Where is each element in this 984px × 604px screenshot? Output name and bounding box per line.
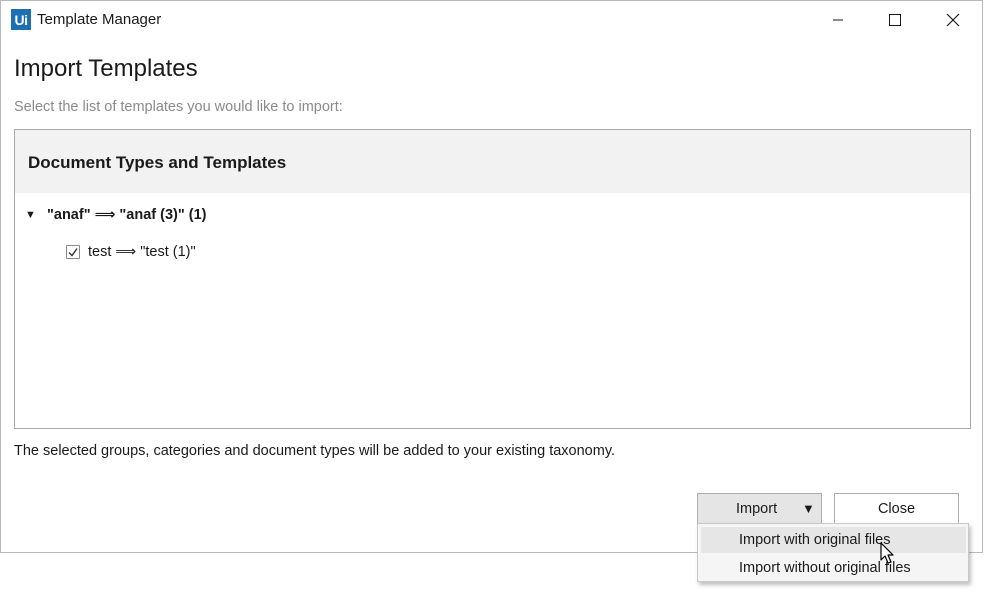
panel-header-title: Document Types and Templates	[28, 153, 287, 172]
page-subtitle: Select the list of templates you would l…	[14, 99, 343, 115]
template-manager-window: Ui Template Manager Import Templates Sel…	[0, 0, 983, 553]
tree-group-label: "anaf" ⟹ "anaf (3)" (1)	[47, 207, 207, 223]
close-button[interactable]: Close	[834, 493, 959, 524]
import-options-menu: Import with original files Import withou…	[697, 523, 969, 582]
menu-item-import-with-files[interactable]: Import with original files	[701, 527, 966, 553]
maximize-icon	[889, 14, 901, 26]
mouse-cursor-icon	[880, 542, 894, 564]
import-button-label: Import	[736, 501, 778, 517]
checkmark-icon	[68, 248, 78, 257]
tree-item-checkbox[interactable]	[66, 245, 80, 259]
caret-down-icon[interactable]: ▼	[25, 209, 41, 221]
minimize-icon	[833, 19, 843, 21]
minimize-button[interactable]	[815, 1, 861, 39]
import-button[interactable]: Import ▼	[697, 493, 822, 524]
app-logo-icon: Ui	[11, 9, 31, 30]
tree-item-test[interactable]: test ⟹ "test (1)"	[66, 242, 196, 262]
tree-item-label: test ⟹ "test (1)"	[88, 244, 196, 260]
close-icon	[946, 13, 960, 27]
tree-group-anaf[interactable]: ▼ "anaf" ⟹ "anaf (3)" (1)	[25, 205, 206, 225]
taxonomy-note: The selected groups, categories and docu…	[14, 443, 616, 459]
page-title: Import Templates	[14, 55, 198, 82]
title-bar[interactable]: Ui Template Manager	[1, 1, 982, 39]
maximize-button[interactable]	[872, 1, 918, 39]
templates-panel: Document Types and Templates ▼ "anaf" ⟹ …	[14, 129, 971, 429]
dropdown-arrow-icon[interactable]: ▼	[802, 501, 815, 516]
close-window-button[interactable]	[930, 1, 976, 39]
menu-item-import-without-files[interactable]: Import without original files	[701, 555, 966, 581]
window-title: Template Manager	[37, 11, 162, 28]
panel-header: Document Types and Templates	[15, 130, 970, 193]
